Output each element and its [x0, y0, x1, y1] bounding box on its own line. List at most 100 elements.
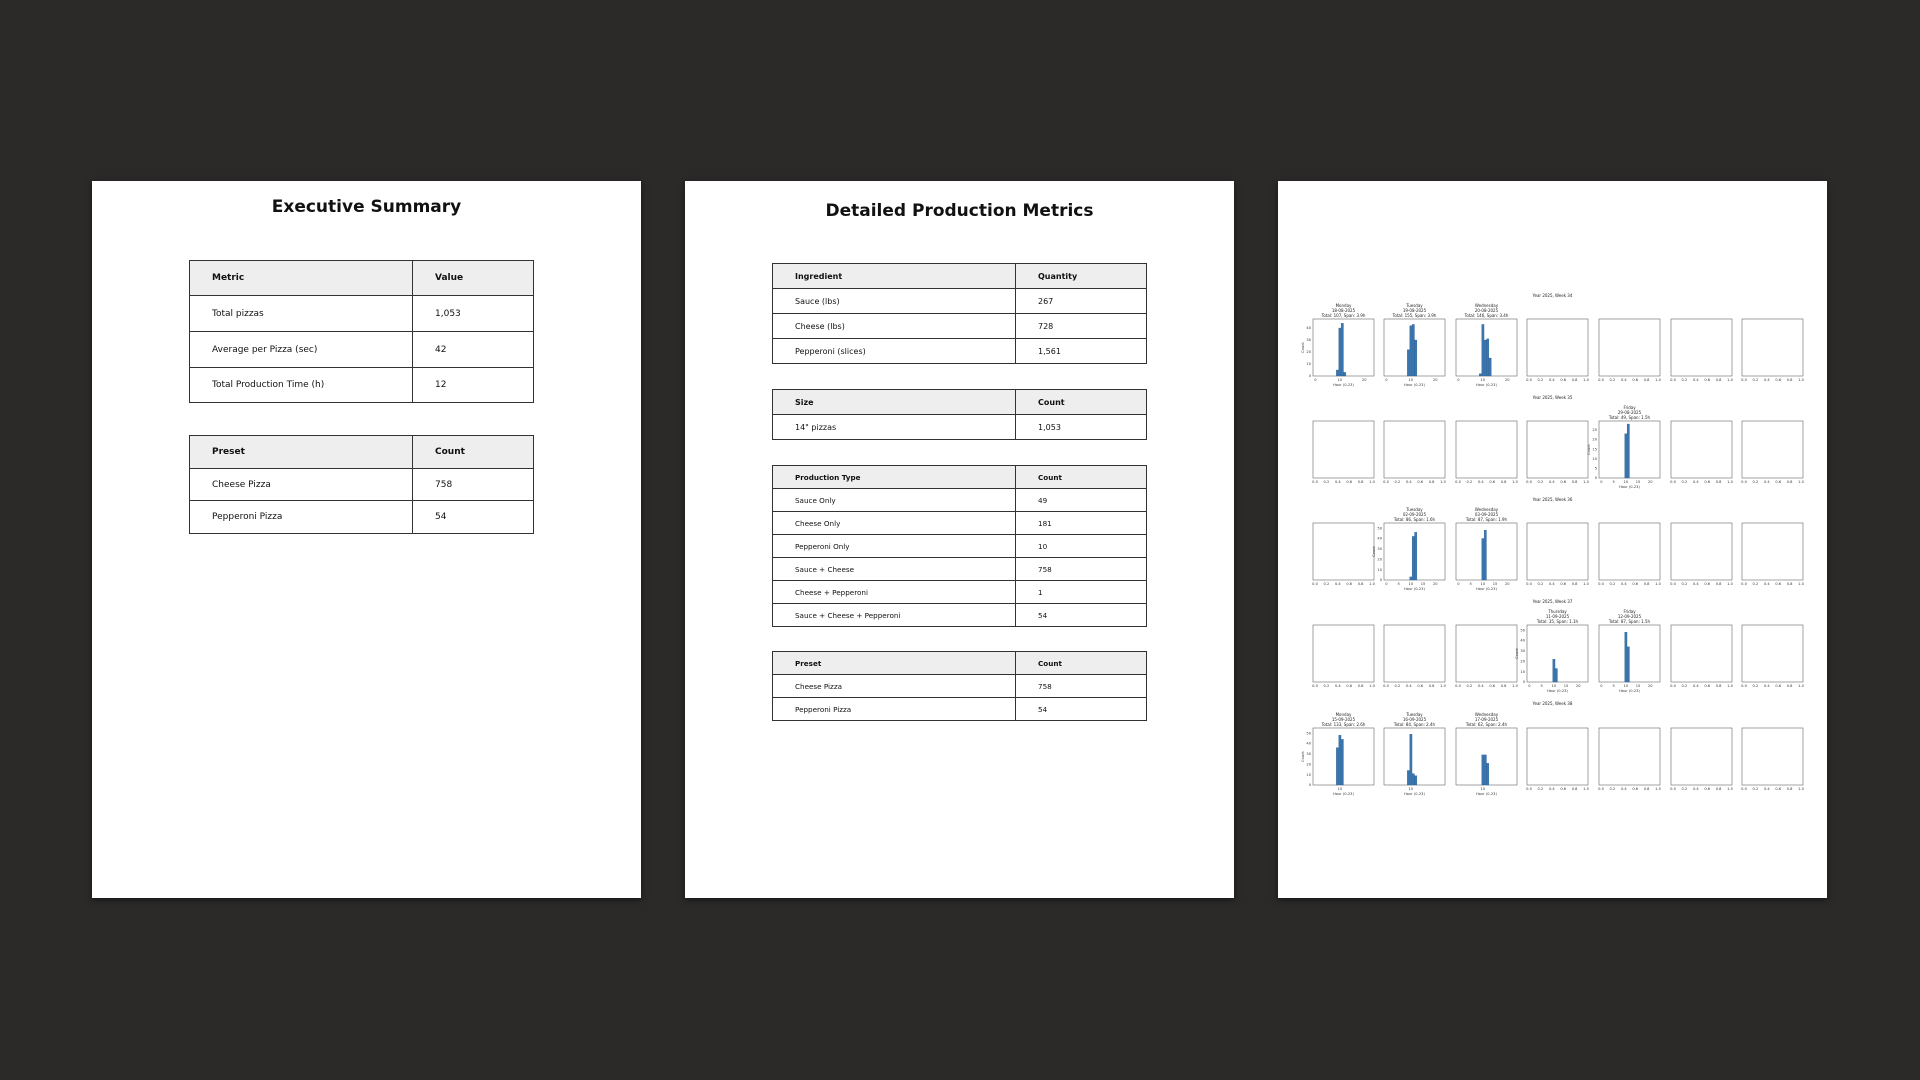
- table-header: Ingredient: [772, 263, 1016, 289]
- y-tick-label: 15: [1592, 447, 1597, 451]
- table-cell: Sauce + Cheese: [772, 557, 1016, 581]
- plot-frame: [1741, 522, 1804, 581]
- table-cell: 1: [1015, 580, 1147, 604]
- day-chart-title: Monday 18-08-2025 Total: 107, Span: 3.9h: [1321, 303, 1366, 318]
- y-tick-label: 0: [1309, 374, 1312, 378]
- y-tick-label: 50: [1377, 526, 1382, 530]
- empty-histogram: 0.0 0.2 0.4 0.6 0.8 1.0: [1741, 420, 1805, 484]
- week-title: Year 2025, Week 35: [1532, 395, 1573, 400]
- x-tick-label: 5: [1612, 684, 1614, 688]
- histogram-bar: [1338, 327, 1342, 377]
- y-tick-label: 20: [1377, 557, 1382, 561]
- x-tick-label: 0.8: [1787, 378, 1793, 382]
- x-axis-label: Hour (0-23): [1404, 383, 1425, 387]
- table-cell: Pepperoni Only: [772, 534, 1016, 558]
- x-tick-label: 0.6: [1417, 684, 1423, 688]
- histogram-bar: [1338, 735, 1342, 786]
- week-title: Year 2025, Week 37: [1532, 599, 1573, 604]
- x-tick-label: 0.4: [1764, 582, 1770, 586]
- table-cell: 758: [412, 468, 534, 501]
- histogram-bar: [1414, 775, 1418, 786]
- empty-histogram: 0.0 0.2 0.4 0.6 0.8 1.0: [1455, 624, 1519, 688]
- empty-histogram: 0.0 0.2 0.4 0.6 0.8 1.0: [1312, 420, 1376, 484]
- y-axis-label: Count: [1587, 444, 1591, 455]
- x-tick-label: 0.2: [1538, 480, 1544, 484]
- plot-frame: [1383, 624, 1446, 683]
- histogram-bar: [1552, 659, 1556, 683]
- x-tick-label: 1.0: [1798, 684, 1804, 688]
- histogram-bar: [1626, 423, 1630, 479]
- x-tick-label: 0.2: [1682, 378, 1688, 382]
- x-tick-label: 10: [1338, 787, 1343, 791]
- plot-frame: [1670, 522, 1733, 581]
- x-tick-label: 0.2: [1682, 582, 1688, 586]
- production-type-table: Production Type Count Sauce Only 49 Chee…: [772, 465, 1147, 627]
- empty-histogram: 0.0 0.2 0.4 0.6 0.8 1.0: [1526, 318, 1590, 382]
- day-chart-title: Tuesday 19-08-2025 Total: 155, Span: 3.9…: [1392, 303, 1437, 318]
- table-header: Count: [1015, 465, 1147, 489]
- empty-histogram: 0.0 0.2 0.4 0.6 0.8 1.0: [1455, 420, 1519, 484]
- table-cell: 49: [1015, 488, 1147, 512]
- y-tick-label: 40: [1306, 326, 1311, 330]
- table-cell: Sauce (lbs): [772, 288, 1016, 314]
- empty-histogram: 0.0 0.2 0.4 0.6 0.8 1.0: [1670, 624, 1734, 688]
- x-axis-label: Hour (0-23): [1333, 792, 1354, 796]
- table-header: Count: [412, 435, 534, 469]
- day-histogram: 0 5 10 15 20 Hour (0-23): [1455, 522, 1518, 591]
- x-tick-label: 0.6: [1704, 582, 1710, 586]
- x-tick-label: 0.0: [1741, 378, 1747, 382]
- table-header: Size: [772, 389, 1016, 415]
- empty-histogram: 0.0 0.2 0.4 0.6 0.8 1.0: [1741, 624, 1805, 688]
- empty-histogram: 0.0 0.2 0.4 0.6 0.8 1.0: [1312, 522, 1376, 586]
- x-axis-label: Hour (0-23): [1333, 383, 1354, 387]
- day-chart-title: Friday 12-09-2025 Total: 87, Span: 1.5h: [1608, 609, 1651, 624]
- x-tick-label: 0.2: [1467, 480, 1473, 484]
- x-tick-label: 0.6: [1489, 480, 1495, 484]
- x-tick-label: 0.8: [1716, 378, 1722, 382]
- plot-frame: [1670, 318, 1733, 377]
- table-row: Sauce + Cheese + Pepperoni 54: [772, 603, 1147, 627]
- x-tick-label: 0.4: [1621, 582, 1627, 586]
- table-row: Pepperoni (slices) 1,561: [772, 338, 1147, 364]
- y-tick-label: 30: [1377, 547, 1382, 551]
- x-tick-label: 0.8: [1716, 582, 1722, 586]
- preset-table: Preset Count Cheese Pizza 758 Pepperoni …: [189, 435, 534, 534]
- y-tick-label: 10: [1377, 568, 1382, 572]
- plot-frame: [1670, 624, 1733, 683]
- x-tick-label: 0.8: [1644, 582, 1650, 586]
- x-tick-label: 0.4: [1406, 480, 1412, 484]
- x-tick-label: 0.6: [1632, 378, 1638, 382]
- empty-histogram: 0.0 0.2 0.4 0.6 0.8 1.0: [1598, 727, 1662, 791]
- histogram-bar: [1414, 339, 1418, 377]
- table-row: Sauce + Cheese 758: [772, 557, 1147, 581]
- x-tick-label: 15: [1564, 684, 1569, 688]
- histogram-bar: [1554, 668, 1558, 683]
- x-tick-label: 10: [1409, 787, 1414, 791]
- x-tick-label: 15: [1636, 480, 1641, 484]
- histogram-bar: [1626, 646, 1630, 683]
- y-tick-label: 20: [1306, 350, 1311, 354]
- x-tick-label: 0.8: [1501, 480, 1507, 484]
- plot-frame: [1455, 420, 1518, 479]
- histogram-bar: [1481, 324, 1485, 377]
- table-row: 14" pizzas 1,053: [772, 414, 1147, 440]
- x-tick-label: 0.8: [1787, 480, 1793, 484]
- x-tick-label: 20: [1648, 684, 1653, 688]
- x-tick-label: 0.2: [1610, 378, 1616, 382]
- y-tick-label: 30: [1306, 338, 1311, 342]
- histogram-bar: [1409, 576, 1413, 581]
- y-tick-label: 0: [1595, 476, 1598, 480]
- table-cell: Sauce + Cheese + Pepperoni: [772, 603, 1016, 627]
- x-tick-label: 0.0: [1526, 480, 1532, 484]
- x-tick-label: 0: [1314, 378, 1317, 382]
- x-tick-label: 0.8: [1644, 378, 1650, 382]
- x-tick-label: 0.6: [1775, 684, 1781, 688]
- table-row: Total pizzas 1,053: [189, 295, 534, 332]
- day-histogram: 10Hour (0-23)01020304050Count: [1301, 727, 1375, 796]
- y-tick-label: 20: [1306, 762, 1311, 766]
- x-tick-label: 0.6: [1417, 480, 1423, 484]
- day-histogram: 0 10 20 Hour (0-23): [1383, 318, 1446, 387]
- table-row: Sauce Only 49: [772, 488, 1147, 512]
- histogram-bar: [1340, 739, 1344, 786]
- x-tick-label: 0.0: [1312, 582, 1318, 586]
